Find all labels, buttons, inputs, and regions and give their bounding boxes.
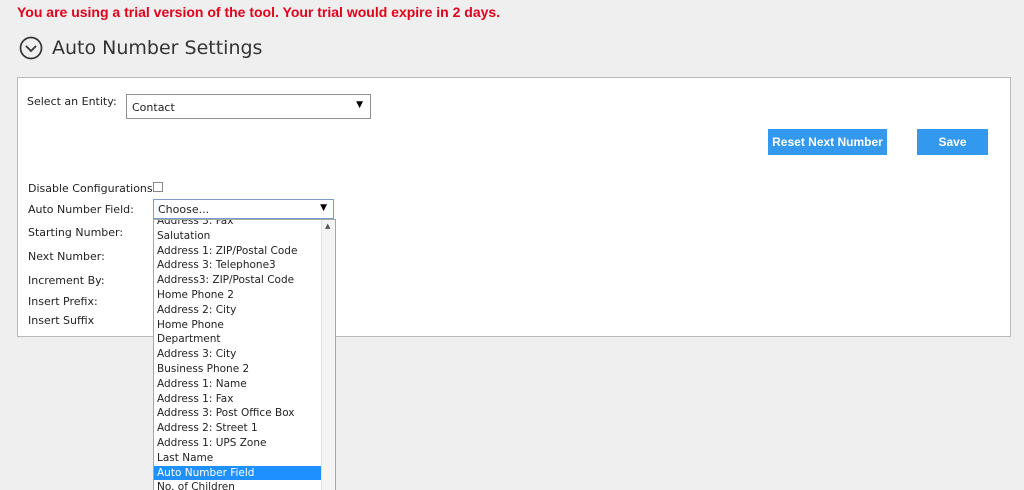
dropdown-option[interactable]: No. of Children bbox=[154, 480, 321, 490]
insert-prefix-label: Insert Prefix: bbox=[28, 295, 98, 308]
dropdown-option[interactable]: Home Phone 2 bbox=[154, 288, 321, 303]
dropdown-option[interactable]: Address 3: City bbox=[154, 347, 321, 362]
dropdown-option[interactable]: Home Phone bbox=[154, 318, 321, 333]
save-button[interactable]: Save bbox=[917, 129, 988, 155]
dropdown-option[interactable]: Last Name bbox=[154, 451, 321, 466]
page-title: Auto Number Settings bbox=[52, 37, 263, 59]
trial-banner: You are using a trial version of the too… bbox=[17, 4, 501, 20]
auto-number-field-select-value: Choose... bbox=[158, 203, 210, 216]
dropdown-option[interactable]: Salutation bbox=[154, 229, 321, 244]
auto-number-field-label: Auto Number Field: bbox=[28, 203, 134, 216]
entity-label: Select an Entity: bbox=[27, 95, 117, 108]
insert-suffix-label: Insert Suffix bbox=[28, 314, 95, 327]
dropdown-arrow-icon: ▼ bbox=[320, 203, 327, 213]
chevron-circle-down-icon[interactable] bbox=[19, 36, 43, 60]
auto-number-field-options[interactable]: Address 3: Fax Salutation Address 1: ZIP/P… bbox=[153, 219, 336, 490]
reset-next-number-button[interactable]: Reset Next Number bbox=[768, 129, 887, 155]
dropdown-option[interactable]: Address 1: Name bbox=[154, 377, 321, 392]
dropdown-option[interactable]: Auto Number Field bbox=[154, 465, 321, 481]
dropdown-option[interactable]: Address 1: ZIP/Postal Code bbox=[154, 244, 321, 259]
dropdown-arrow-icon: ▼ bbox=[356, 100, 363, 110]
dropdown-option[interactable]: Business Phone 2 bbox=[154, 362, 321, 377]
page-header: Auto Number Settings bbox=[19, 31, 262, 65]
entity-select-value: Contact bbox=[132, 101, 175, 114]
next-number-label: Next Number: bbox=[28, 250, 105, 263]
dropdown-option[interactable]: Address 3: Telephone3 bbox=[154, 258, 321, 273]
options-list: Address 3: Fax Salutation Address 1: ZIP/P… bbox=[154, 220, 321, 490]
dropdown-option[interactable]: Department bbox=[154, 332, 321, 347]
starting-number-label: Starting Number: bbox=[28, 226, 124, 239]
disable-configurations-label: Disable Configurations: bbox=[28, 182, 157, 195]
scroll-up-icon[interactable]: ▲ bbox=[325, 222, 330, 230]
dropdown-option[interactable]: Address 3: Fax bbox=[154, 220, 321, 229]
dropdown-option[interactable]: Address 1: UPS Zone bbox=[154, 436, 321, 451]
increment-by-label: Increment By: bbox=[28, 274, 105, 287]
disable-configurations-checkbox[interactable] bbox=[153, 182, 163, 192]
dropdown-option[interactable]: Address 1: Fax bbox=[154, 392, 321, 407]
dropdown-option[interactable]: Address 2: Street 1 bbox=[154, 421, 321, 436]
dropdown-option[interactable]: Address3: ZIP/Postal Code bbox=[154, 273, 321, 288]
entity-select[interactable]: Contact ▼ bbox=[126, 94, 371, 119]
auto-number-field-select[interactable]: Choose... ▼ bbox=[153, 199, 334, 219]
dropdown-option[interactable]: Address 3: Post Office Box bbox=[154, 406, 321, 421]
dropdown-option[interactable]: Address 2: City bbox=[154, 303, 321, 318]
dropdown-scrollbar[interactable]: ▲ bbox=[321, 220, 335, 490]
